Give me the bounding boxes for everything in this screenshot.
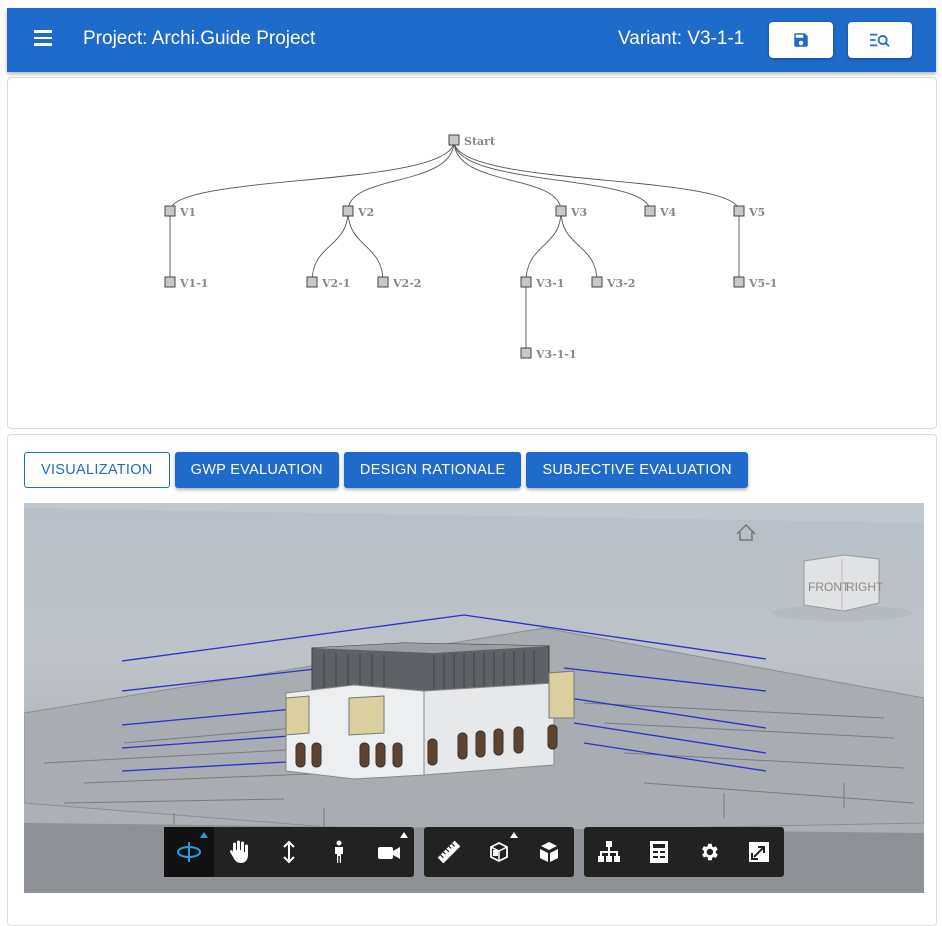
tree-node[interactable]	[733, 205, 745, 217]
tree-node-label: V3-1	[535, 277, 564, 290]
first-person-icon	[335, 840, 343, 863]
camera-icon	[378, 847, 400, 859]
save-icon	[794, 33, 808, 47]
explode-icon	[540, 842, 558, 862]
pan-tool[interactable]	[214, 827, 264, 877]
model-browser-tool[interactable]	[584, 827, 634, 877]
tree-node[interactable]	[377, 276, 389, 288]
search-list-icon	[870, 33, 890, 47]
section-icon	[490, 841, 508, 863]
properties-icon	[650, 841, 668, 863]
tree-node[interactable]	[448, 134, 460, 146]
tree-node-label: V1	[179, 206, 196, 219]
hamburger-menu-icon[interactable]	[31, 30, 55, 50]
tree-node[interactable]	[164, 276, 176, 288]
tree-node-label: Start	[464, 135, 496, 148]
first-person-tool[interactable]	[314, 827, 364, 877]
project-title: Project: Archi.Guide Project	[83, 28, 316, 49]
variant-label: Variant: V3-1-1	[618, 28, 745, 49]
tree-node-label: V5-1	[748, 277, 777, 290]
tree-node-label: V3-2	[606, 277, 635, 290]
orbit-tool[interactable]	[164, 827, 214, 877]
tree-node-label: V3	[570, 206, 587, 219]
search-list-button[interactable]	[848, 22, 912, 58]
pan-icon	[229, 840, 248, 863]
settings-toolbar	[584, 827, 784, 877]
orbit-icon	[177, 842, 201, 862]
variant-tree-panel: Start V1 V2 V3 V4 V5 V1-1 V2-1 V2-2 V3-1…	[7, 77, 937, 429]
fullscreen-icon	[749, 842, 769, 862]
tab-design-rationale[interactable]: DESIGN RATIONALE	[343, 452, 522, 488]
tree-node-label: V2-1	[321, 277, 350, 290]
tree-node[interactable]	[520, 347, 532, 359]
tree-node-label: V2	[357, 206, 374, 219]
save-button[interactable]	[769, 22, 833, 58]
app-bar: Project: Archi.Guide Project Variant: V3…	[7, 8, 936, 72]
measure-tool[interactable]	[424, 827, 474, 877]
fullscreen-tool[interactable]	[734, 827, 784, 877]
measure-icon	[437, 840, 461, 864]
variant-detail-panel: VISUALIZATION GWP EVALUATION DESIGN RATI…	[7, 434, 937, 926]
zoom-icon	[283, 840, 295, 864]
tree-node-label: V3-1-1	[535, 348, 577, 361]
tree-node-label: V5	[748, 206, 765, 219]
3d-model-viewer[interactable]: FRONT RIGHT	[24, 503, 924, 893]
tab-gwp-evaluation[interactable]: GWP EVALUATION	[174, 452, 339, 488]
view-cube-front: FRONT	[808, 580, 850, 594]
properties-tool[interactable]	[634, 827, 684, 877]
tree-node[interactable]	[342, 205, 354, 217]
tree-node[interactable]	[733, 276, 745, 288]
tree-node[interactable]	[520, 276, 532, 288]
tab-visualization[interactable]: VISUALIZATION	[24, 452, 170, 488]
camera-tool[interactable]	[364, 827, 414, 877]
section-tool[interactable]	[474, 827, 524, 877]
model-browser-icon	[598, 841, 620, 862]
tree-node[interactable]	[164, 205, 176, 217]
variant-tree: Start V1 V2 V3 V4 V5 V1-1 V2-1 V2-2 V3-1…	[164, 134, 777, 361]
tree-node[interactable]	[644, 205, 656, 217]
tree-node-label: V1-1	[179, 277, 208, 290]
tree-node[interactable]	[306, 276, 318, 288]
analysis-toolbar	[424, 827, 574, 877]
tree-node[interactable]	[555, 205, 567, 217]
tab-bar: VISUALIZATION GWP EVALUATION DESIGN RATI…	[24, 452, 748, 488]
tab-subjective-evaluation[interactable]: SUBJECTIVE EVALUATION	[526, 452, 748, 488]
tree-node-label: V2-2	[392, 277, 421, 290]
tree-node[interactable]	[591, 276, 603, 288]
settings-tool[interactable]	[684, 827, 734, 877]
explode-tool[interactable]	[524, 827, 574, 877]
view-cube-right: RIGHT	[846, 580, 884, 594]
settings-icon	[702, 843, 718, 861]
tree-node-label: V4	[659, 206, 677, 219]
zoom-tool[interactable]	[264, 827, 314, 877]
navigation-toolbar	[164, 827, 414, 877]
